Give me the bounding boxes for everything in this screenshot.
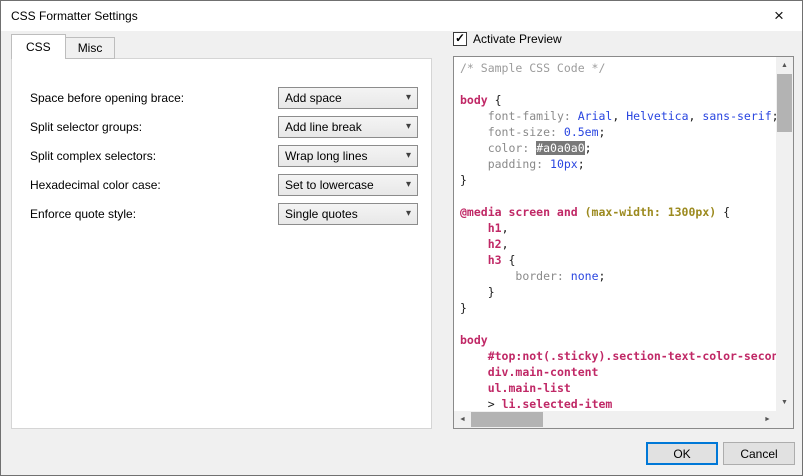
code-line: > li.selected-item [460,396,776,411]
arrow-down-icon: ▼ [781,399,788,406]
dialog-css-formatter-settings: CSS Formatter Settings × CSSMisc Space b… [0,0,803,476]
code-line: body { [460,92,776,108]
ok-button[interactable]: OK [646,442,718,465]
setting-label: Enforce quote style: [30,207,136,221]
tab-panel-css: Space before opening brace:Add space▾Spl… [11,58,432,429]
code-line: /* Sample CSS Code */ [460,60,776,76]
setting-row: Hexadecimal color case: Set to lowercase ▾ [30,174,418,196]
code-line: font-size: 0.5em; [460,124,776,140]
setting-dropdown[interactable]: Add space ▾ [278,87,418,109]
setting-dropdown[interactable]: Single quotes ▾ [278,203,418,225]
code-line: } [460,172,776,188]
code-area[interactable]: /* Sample CSS Code */ body { font-family… [454,57,776,411]
code-line: } [460,300,776,316]
code-line: h3 { [460,252,776,268]
vertical-scrollbar[interactable]: ▲ ▼ [776,57,793,411]
setting-dropdown[interactable]: Add line break ▾ [278,116,418,138]
code-line: div.main-content [460,364,776,380]
scroll-right-button[interactable]: ► [759,411,776,428]
scroll-left-button[interactable]: ◄ [454,411,471,428]
checkbox-label: Activate Preview [473,32,562,46]
dropdown-selected-value: Wrap long lines [285,149,368,163]
tab-misc[interactable]: Misc [65,37,116,59]
code-line: body [460,332,776,348]
chevron-down-icon: ▾ [406,122,411,132]
tab-bar: CSSMisc [11,34,114,59]
code-line: h2, [460,236,776,252]
scrollbar-corner [776,411,793,428]
vertical-scroll-thumb[interactable] [777,74,792,132]
setting-row: Space before opening brace: Add space ▾ [30,87,418,109]
settings-rows: Space before opening brace:Add space▾Spl… [12,59,431,225]
arrow-right-icon: ► [764,416,771,423]
chevron-down-icon: ▾ [406,209,411,219]
setting-row: Enforce quote style: Single quotes ▾ [30,203,418,225]
chevron-down-icon: ▾ [406,93,411,103]
dropdown-selected-value: Single quotes [285,207,358,221]
scroll-up-button[interactable]: ▲ [776,57,793,74]
horizontal-scrollbar[interactable]: ◄ ► [454,411,776,428]
chevron-down-icon: ▾ [406,180,411,190]
setting-label: Split complex selectors: [30,149,156,163]
code-line: h1, [460,220,776,236]
close-icon: × [774,6,784,26]
scroll-down-button[interactable]: ▼ [776,394,793,411]
code-line: border: none; [460,268,776,284]
code-line: color: #a0a0a0; [460,140,776,156]
setting-label: Space before opening brace: [30,91,184,105]
code-line: @media screen and (max-width: 1300px) { [460,204,776,220]
checkbox-box: ✓ [453,32,467,46]
cancel-button[interactable]: Cancel [723,442,795,465]
activate-preview-checkbox[interactable]: ✓ Activate Preview [453,32,562,46]
tab-css[interactable]: CSS [11,34,66,59]
setting-label: Hexadecimal color case: [30,178,161,192]
code-line: font-family: Arial, Helvetica, sans-seri… [460,108,776,124]
dropdown-selected-value: Add line break [285,120,362,134]
setting-dropdown[interactable]: Set to lowercase ▾ [278,174,418,196]
code-line [460,188,776,204]
arrow-left-icon: ◄ [459,416,466,423]
chevron-down-icon: ▾ [406,151,411,161]
dropdown-selected-value: Set to lowercase [285,178,374,192]
code-line: ul.main-list [460,380,776,396]
dropdown-selected-value: Add space [285,91,342,105]
setting-row: Split complex selectors: Wrap long lines ▾ [30,145,418,167]
setting-row: Split selector groups: Add line break ▾ [30,116,418,138]
code-line: #top:not(.sticky).section-text-color-sec… [460,348,776,364]
check-icon: ✓ [455,32,465,44]
window-title: CSS Formatter Settings [1,9,138,23]
titlebar[interactable]: CSS Formatter Settings × [1,1,802,31]
code-preview-panel: /* Sample CSS Code */ body { font-family… [453,56,794,429]
horizontal-scroll-thumb[interactable] [471,412,543,427]
code-line: } [460,284,776,300]
code-line [460,316,776,332]
code-line: padding: 10px; [460,156,776,172]
setting-dropdown[interactable]: Wrap long lines ▾ [278,145,418,167]
setting-label: Split selector groups: [30,120,142,134]
close-button[interactable]: × [756,1,802,31]
code-line [460,76,776,92]
arrow-up-icon: ▲ [781,62,788,69]
